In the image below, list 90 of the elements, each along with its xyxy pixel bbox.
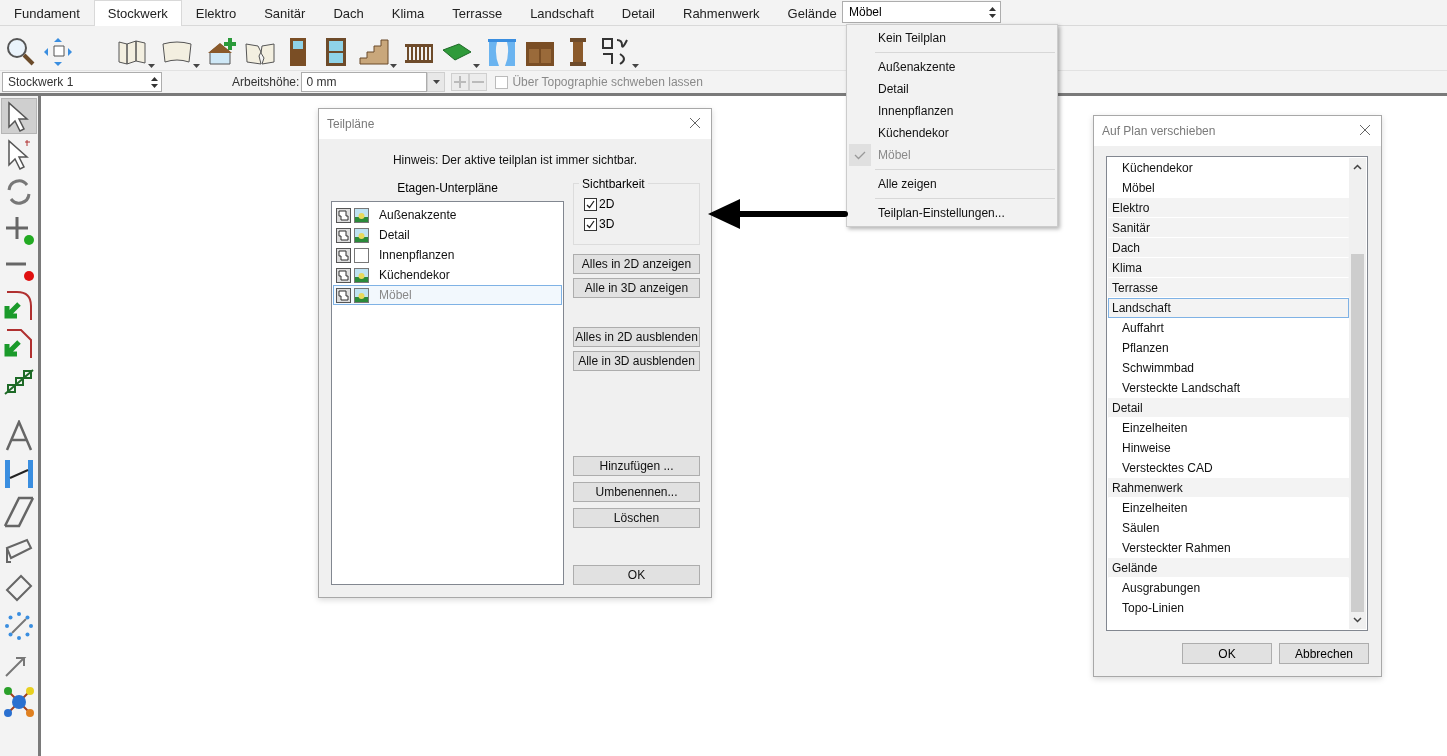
add-room-icon — [206, 36, 238, 68]
dimension-icon — [3, 458, 35, 490]
ribbon-tab[interactable]: Klima — [377, 0, 439, 25]
add-point-icon — [3, 214, 35, 246]
tree-item[interactable]: Gelände — [1108, 558, 1349, 578]
subplan-row[interactable]: Detail — [333, 225, 562, 245]
tree-item[interactable]: Dach — [1108, 238, 1349, 258]
scroll-down-icon — [1353, 617, 1362, 623]
dialog-button[interactable]: Umbenennen... — [573, 482, 700, 502]
ribbon-tab[interactable]: Landschaft — [516, 0, 608, 25]
ribbon-tab[interactable]: Detail — [607, 0, 669, 25]
hint-text: Hinweis: Der aktive teilplan ist immer sichtbar. — [391, 153, 639, 167]
stairs-icon — [358, 36, 390, 68]
tool-button[interactable] — [1, 98, 37, 134]
connected-spheres-icon — [3, 686, 35, 718]
menu-item[interactable]: Teilplan-Einstellungen... — [847, 202, 1057, 224]
chain-nodes-icon — [3, 366, 35, 398]
subplan-select[interactable]: Möbel — [842, 1, 1001, 23]
height-label: Arbeitshöhe: — [232, 75, 300, 89]
plan-2d-icon — [336, 267, 351, 283]
tree-item[interactable]: Landschaft — [1108, 298, 1349, 318]
check-icon — [849, 144, 871, 166]
ribbon-tab[interactable]: Stockwerk — [93, 0, 182, 26]
dialog-button[interactable]: Alle in 3D ausblenden — [573, 351, 700, 371]
close-icon — [1359, 124, 1371, 136]
close-button[interactable] — [689, 117, 703, 131]
dialog-button[interactable]: Alles in 2D anzeigen — [573, 254, 700, 274]
dialog-button[interactable]: Alle in 3D anzeigen — [573, 278, 700, 298]
plus-icon — [454, 76, 467, 88]
caret-icon — [432, 80, 440, 84]
scrollbar[interactable] — [1349, 158, 1366, 629]
plan-2d-icon — [336, 247, 351, 263]
height-field[interactable]: 0 mm — [301, 72, 428, 92]
checkbox[interactable] — [584, 217, 597, 231]
menu-item[interactable]: Innenpflanzen — [847, 100, 1057, 122]
menu-item[interactable]: Detail — [847, 78, 1057, 100]
dialog-button[interactable]: Löschen — [573, 508, 700, 528]
close-icon — [689, 117, 701, 129]
ribbon-tab[interactable]: Dach — [319, 0, 378, 25]
plan-2d-icon — [336, 227, 351, 243]
caret-icon — [193, 64, 200, 68]
dropdown-button[interactable] — [427, 72, 446, 92]
caret-icon — [390, 64, 397, 68]
checkbox[interactable] — [584, 197, 597, 211]
checkbox[interactable] — [495, 75, 509, 89]
tree-item[interactable]: Klima — [1108, 258, 1349, 278]
dialog-title: Teilpläne — [327, 117, 375, 131]
tree-item[interactable]: Rahmenwerk — [1108, 478, 1349, 498]
close-button[interactable] — [1359, 124, 1373, 138]
menu-item[interactable]: Außenakzente — [847, 56, 1057, 78]
dialog-button[interactable]: Alles in 2D ausblenden — [573, 327, 700, 347]
dialog-title: Auf Plan verschieben — [1102, 124, 1216, 138]
tree-item[interactable]: Elektro — [1108, 198, 1349, 218]
tree-item[interactable]: Detail — [1108, 398, 1349, 418]
caret-icon — [632, 64, 639, 68]
caret-icon — [148, 64, 155, 68]
subplan-row[interactable]: Küchendekor — [333, 265, 562, 285]
tree-item[interactable]: Sanitär — [1108, 218, 1349, 238]
ribbon-tab[interactable]: Fundament — [0, 0, 94, 25]
letter-a-icon — [3, 420, 35, 452]
menu-item[interactable]: Küchendekor — [847, 122, 1057, 144]
dialog-button[interactable]: Hinzufügen ... — [573, 456, 700, 476]
subplan-row[interactable]: Außenakzente — [333, 205, 562, 225]
ok-button[interactable]: OK — [573, 565, 700, 585]
tool-button[interactable] — [1, 684, 37, 720]
plan-2d-icon — [336, 207, 351, 223]
dialog-button[interactable]: Abbrechen — [1279, 643, 1369, 664]
ribbon-tab[interactable]: Sanitär — [250, 0, 320, 25]
ribbon-tab[interactable]: Rahmenwerk — [669, 0, 774, 25]
menu-item[interactable]: Alle zeigen — [847, 173, 1057, 195]
plan-2d-icon — [336, 287, 351, 303]
scroll-up-icon — [1353, 164, 1362, 170]
subplan-row[interactable]: Innenpflanzen — [333, 245, 562, 265]
spinner-icon — [151, 76, 158, 88]
ribbon-tab[interactable]: Terrasse — [438, 0, 517, 25]
checkbox-label: 3D — [599, 217, 615, 231]
group-title: Sichtbarkeit — [579, 177, 648, 191]
list-heading: Etagen-Unterpläne — [397, 181, 498, 195]
fillet-arrow-icon — [3, 290, 35, 322]
curtain-icon — [486, 36, 518, 68]
checkbox-label: 2D — [599, 197, 615, 211]
menu-item[interactable]: Kein Teilplan — [847, 27, 1057, 49]
dialog-button[interactable]: OK — [1182, 643, 1272, 664]
spinner-icon — [989, 6, 996, 18]
caret-icon — [473, 64, 480, 68]
floor-select[interactable]: Stockwerk 1 — [2, 72, 162, 92]
chamfer-arrow-icon — [3, 328, 35, 360]
tree-item[interactable]: Terrasse — [1108, 278, 1349, 298]
ribbon-tab[interactable]: Elektro — [181, 0, 251, 25]
checkbox-label: Über Topographie schweben lassen — [512, 75, 703, 89]
